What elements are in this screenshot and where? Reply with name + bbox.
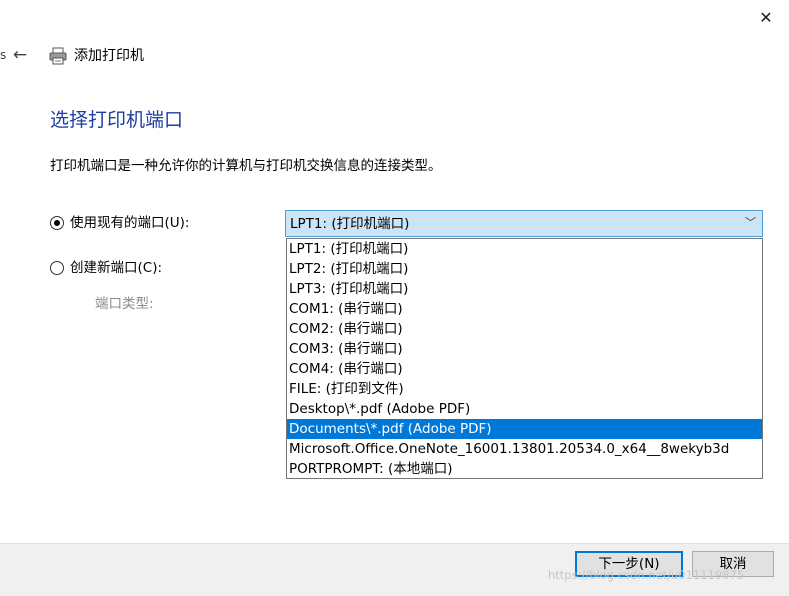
port-option[interactable]: LPT3: (打印机端口) xyxy=(287,279,762,299)
port-option[interactable]: LPT1: (打印机端口) xyxy=(287,239,762,259)
port-option[interactable]: LPT2: (打印机端口) xyxy=(287,259,762,279)
port-option[interactable]: COM1: (串行端口) xyxy=(287,299,762,319)
port-option-highlighted[interactable]: Documents\*.pdf (Adobe PDF) xyxy=(287,419,762,439)
close-button[interactable]: ✕ xyxy=(752,6,780,30)
port-option[interactable]: Microsoft.Office.OneNote_16001.13801.205… xyxy=(287,439,762,459)
create-new-port-radio[interactable] xyxy=(50,261,64,275)
close-icon: ✕ xyxy=(759,8,773,27)
page-description: 打印机端口是一种允许你的计算机与打印机交换信息的连接类型。 xyxy=(50,158,442,174)
printer-icon xyxy=(48,46,68,66)
back-arrow-icon: ← xyxy=(12,45,28,65)
page-heading: 选择打印机端口 xyxy=(50,109,184,131)
port-type-label: 端口类型: xyxy=(95,296,154,312)
port-option[interactable]: Desktop\*.pdf (Adobe PDF) xyxy=(287,399,762,419)
create-new-port-label[interactable]: 创建新端口(C): xyxy=(70,259,162,277)
use-existing-port-radio[interactable] xyxy=(50,216,64,230)
port-option[interactable]: COM3: (串行端口) xyxy=(287,339,762,359)
back-button[interactable]: ← xyxy=(9,44,31,66)
port-option[interactable]: COM4: (串行端口) xyxy=(287,359,762,379)
chevron-down-icon[interactable]: ﹀ xyxy=(745,214,756,232)
watermark: https://blog.csdn.net/u011119875 xyxy=(548,568,745,582)
port-select[interactable]: LPT1: (打印机端口) ﹀ xyxy=(285,210,763,237)
port-option[interactable]: COM2: (串行端口) xyxy=(287,319,762,339)
use-existing-port-label[interactable]: 使用现有的端口(U): xyxy=(70,214,189,232)
window-title: 添加打印机 xyxy=(74,48,144,64)
port-dropdown-list[interactable]: LPT1: (打印机端口) LPT2: (打印机端口) LPT3: (打印机端口… xyxy=(286,238,763,479)
port-option[interactable]: PORTPROMPT: (本地端口) xyxy=(287,459,762,478)
left-edge-fragment: s xyxy=(0,48,7,62)
port-select-value: LPT1: (打印机端口) xyxy=(290,216,410,232)
port-option[interactable]: FILE: (打印到文件) xyxy=(287,379,762,399)
